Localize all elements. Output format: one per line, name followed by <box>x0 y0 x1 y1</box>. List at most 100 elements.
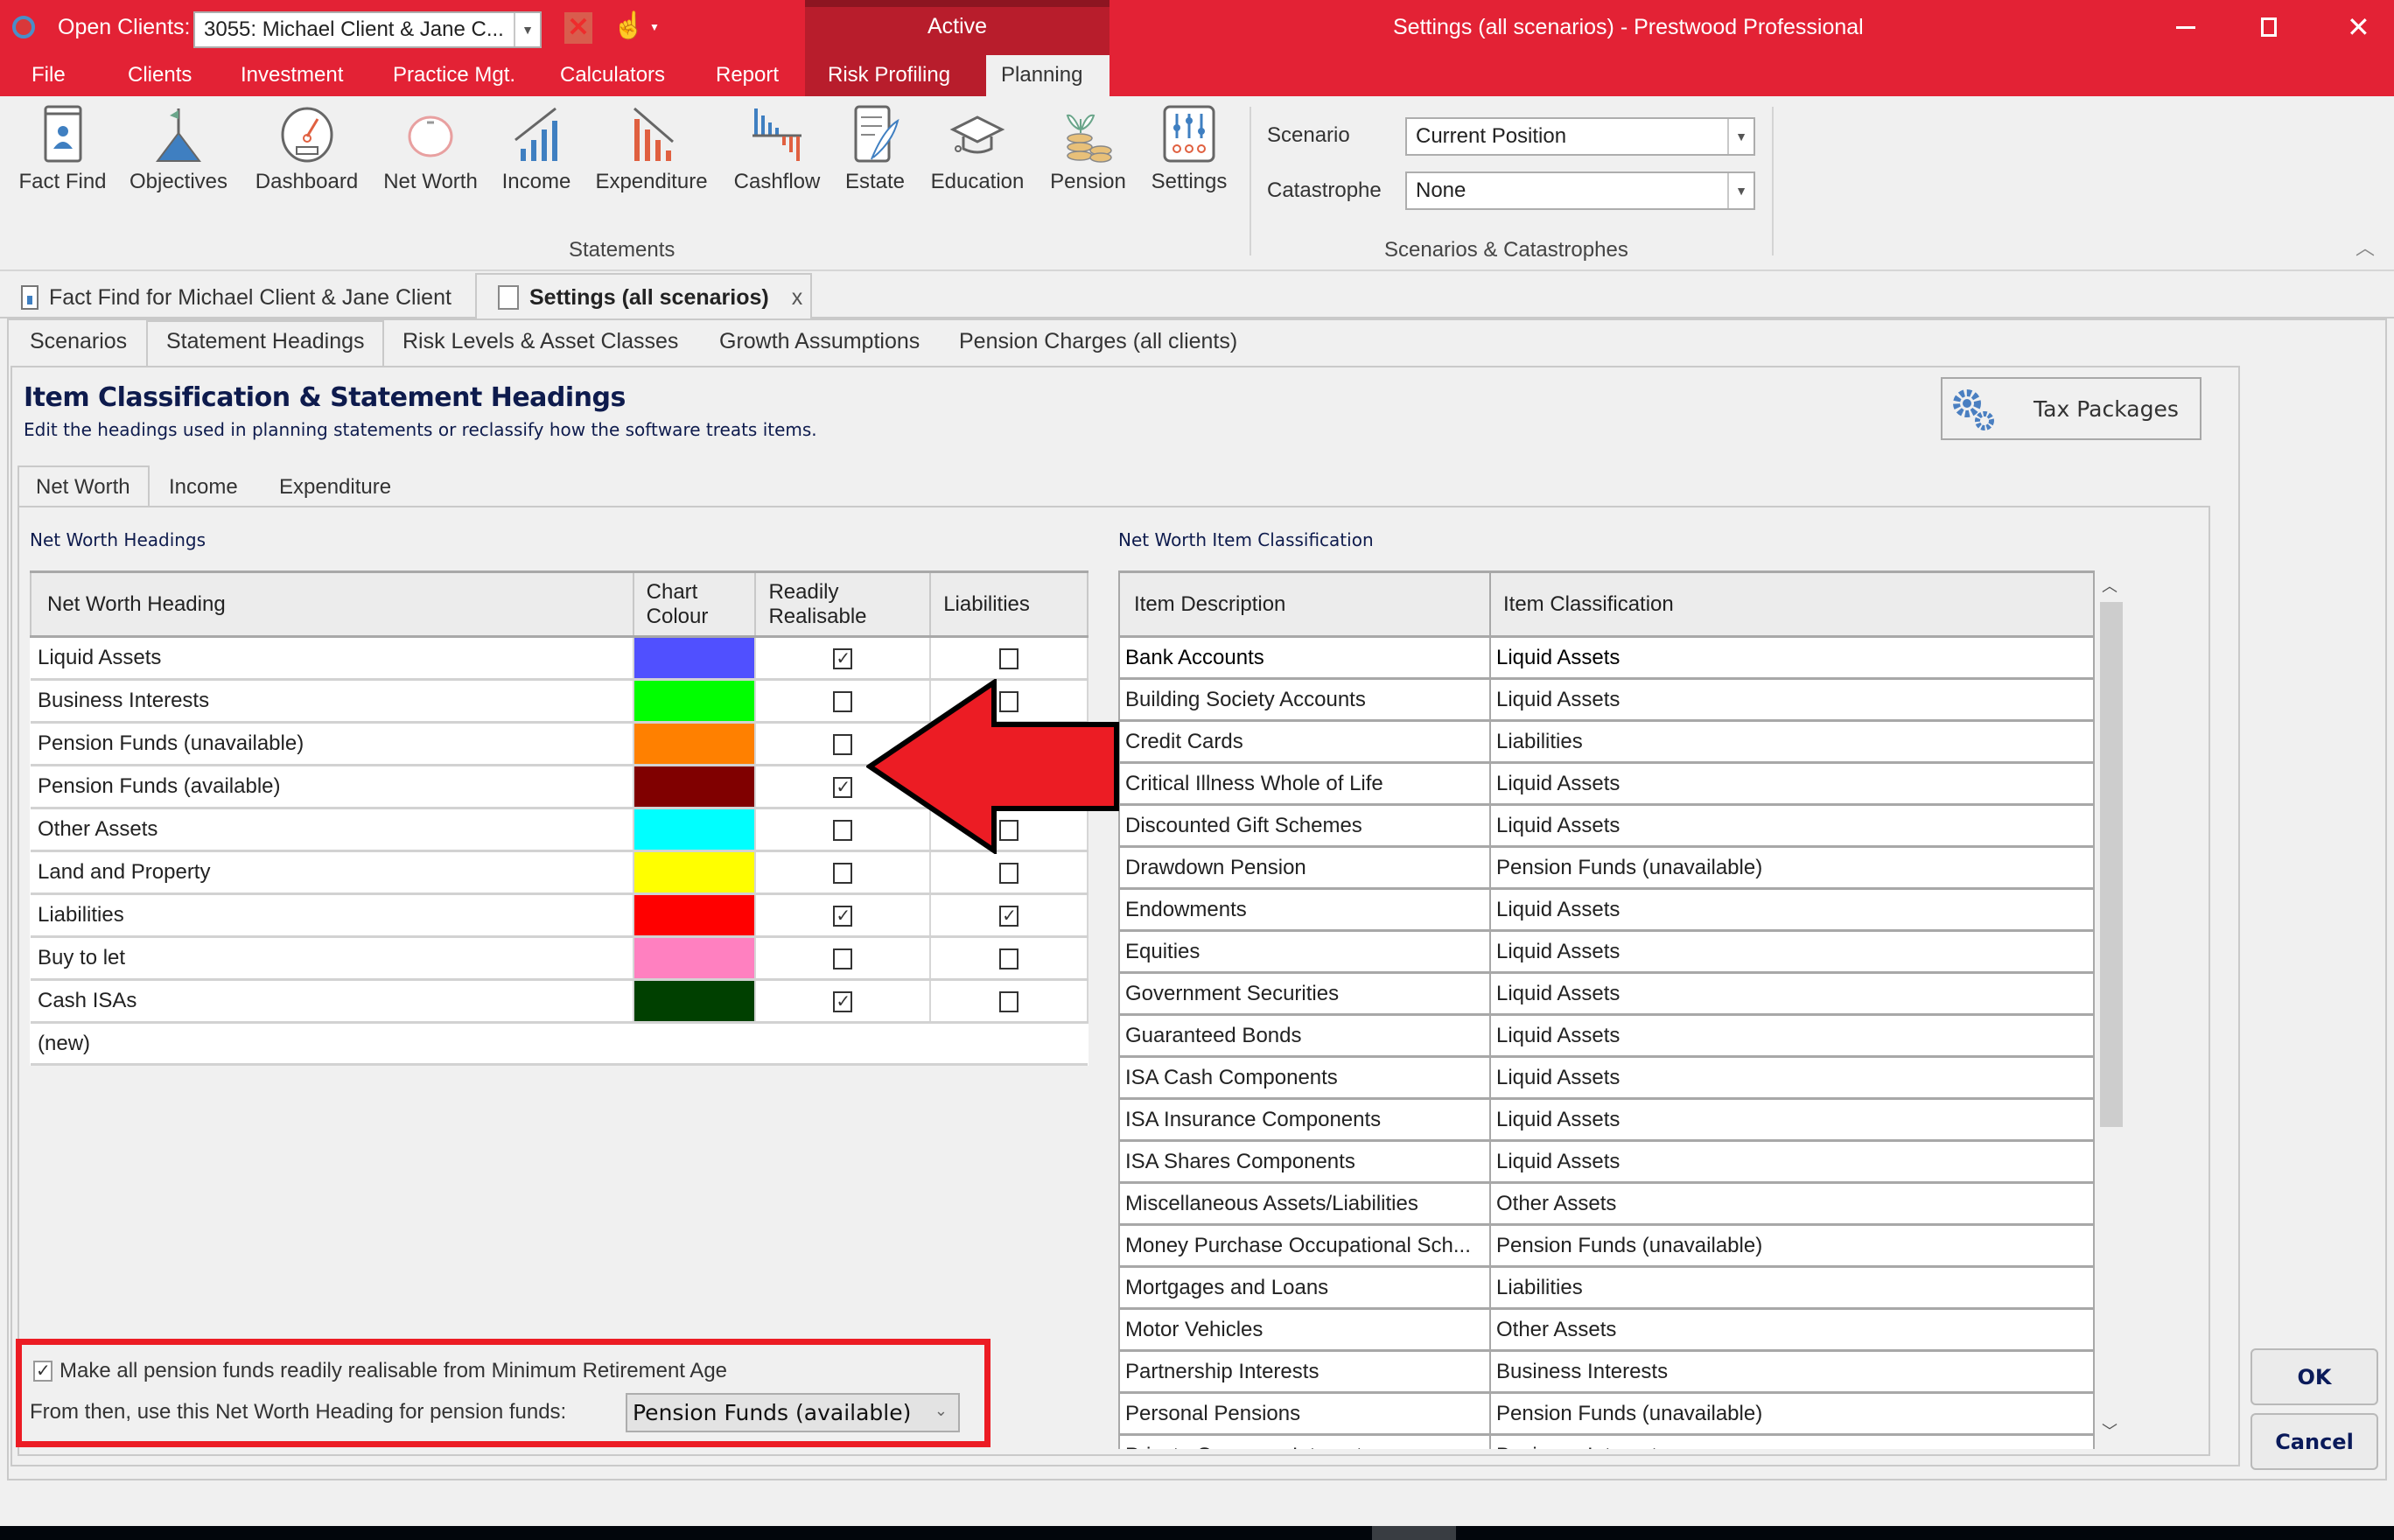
heading-name-cell[interactable]: Pension Funds (unavailable) <box>31 722 634 766</box>
item-classification-cell[interactable]: Liquid Assets <box>1490 1014 2095 1058</box>
item-classification-cell[interactable]: Business Interests <box>1490 1350 2095 1394</box>
page-tab-pension-charges[interactable]: Pension Charges (all clients) <box>959 329 1237 354</box>
item-description-cell[interactable]: Miscellaneous Assets/Liabilities <box>1118 1182 1491 1226</box>
heading-name-cell[interactable]: Cash ISAs <box>31 979 634 1024</box>
colour-swatch[interactable] <box>634 724 754 763</box>
sub-tab-expenditure[interactable]: Expenditure <box>279 475 391 500</box>
heading-row[interactable]: Liquid Assets <box>31 636 1088 681</box>
heading-row[interactable]: Liabilities <box>31 893 1088 938</box>
classification-row[interactable]: Endowments Liquid Assets <box>1118 888 2095 932</box>
classification-row[interactable]: Money Purchase Occupational Sch... Pensio… <box>1118 1224 2095 1268</box>
classification-row[interactable]: ISA Shares Components Liquid Assets <box>1118 1140 2095 1184</box>
item-classification-cell[interactable]: Liquid Assets <box>1490 804 2095 848</box>
heading-name-cell[interactable]: Buy to let <box>31 936 634 981</box>
colour-swatch[interactable] <box>634 681 754 720</box>
readily-realisable-checkbox[interactable] <box>833 776 853 798</box>
classification-row[interactable]: Equities Liquid Assets <box>1118 930 2095 974</box>
ribbon-dashboard-button[interactable]: Dashboard <box>248 103 366 194</box>
item-description-cell[interactable]: Motor Vehicles <box>1118 1308 1491 1352</box>
pension-checkbox-box[interactable] <box>33 1360 52 1382</box>
pension-heading-dropdown[interactable]: Pension Funds (available) ⌄ <box>626 1393 960 1432</box>
close-window-icon[interactable]: ✕ <box>2347 10 2370 44</box>
col-liabilities[interactable]: Liabilities <box>929 570 1088 638</box>
classification-row[interactable]: Guaranteed Bonds Liquid Assets <box>1118 1014 2095 1058</box>
classification-row[interactable]: Discounted Gift Schemes Liquid Assets <box>1118 804 2095 848</box>
item-description-cell[interactable]: ISA Cash Components <box>1118 1056 1491 1100</box>
classification-row[interactable]: Private Company InterestsBusiness Intere… <box>1118 1434 2095 1449</box>
ribbon-fact-find-button[interactable]: Fact Find <box>12 103 113 194</box>
menu-risk-profiling[interactable]: Risk Profiling <box>828 63 950 88</box>
item-description-cell[interactable]: Government Securities <box>1118 972 1491 1016</box>
classification-row[interactable]: Government Securities Liquid Assets <box>1118 972 2095 1016</box>
item-description-cell[interactable]: Critical Illness Whole of Life <box>1118 762 1491 806</box>
item-description-cell[interactable]: Guaranteed Bonds <box>1118 1014 1491 1058</box>
ribbon-cashflow-button[interactable]: Cashflow <box>729 103 825 194</box>
item-classification-cell[interactable]: Liquid Assets <box>1490 972 2095 1016</box>
pension-realisable-checkbox[interactable]: Make all pension funds readily realisabl… <box>33 1359 727 1383</box>
tax-packages-button[interactable]: Tax Packages <box>1941 377 2202 440</box>
ribbon-pension-button[interactable]: Pension <box>1043 103 1133 194</box>
chart-colour-cell[interactable] <box>633 722 757 766</box>
item-classification-cell[interactable]: Business Interests <box>1490 1434 2095 1449</box>
catastrophe-dropdown[interactable]: None ▼ <box>1405 172 1755 210</box>
readily-realisable-checkbox[interactable] <box>833 948 853 970</box>
chart-colour-cell[interactable] <box>633 979 757 1024</box>
item-classification-cell[interactable]: Liquid Assets <box>1490 678 2095 722</box>
menu-clients[interactable]: Clients <box>128 63 192 88</box>
item-description-cell[interactable]: Endowments <box>1118 888 1491 932</box>
item-classification-cell[interactable]: Other Assets <box>1490 1308 2095 1352</box>
readily-realisable-checkbox[interactable] <box>833 648 853 669</box>
page-tab-growth-assumptions[interactable]: Growth Assumptions <box>719 329 920 354</box>
heading-name-cell[interactable]: Other Assets <box>31 808 634 852</box>
item-classification-cell[interactable]: Liabilities <box>1490 720 2095 764</box>
menu-report[interactable]: Report <box>716 63 779 88</box>
scenario-dropdown[interactable]: Current Position ▼ <box>1405 117 1755 156</box>
chart-colour-cell[interactable] <box>633 893 757 938</box>
colour-swatch[interactable] <box>634 809 754 849</box>
new-row-cell[interactable]: (new) <box>31 1022 1088 1066</box>
readily-realisable-checkbox[interactable] <box>833 819 853 841</box>
classification-row[interactable]: Miscellaneous Assets/Liabilities Other As… <box>1118 1182 2095 1226</box>
classification-row[interactable]: Critical Illness Whole of Life Liquid Ass… <box>1118 762 2095 806</box>
restore-icon[interactable] <box>2261 18 2277 37</box>
colour-swatch[interactable] <box>634 766 754 806</box>
item-description-cell[interactable]: ISA Shares Components <box>1118 1140 1491 1184</box>
item-description-cell[interactable]: Bank Accounts <box>1118 636 1491 680</box>
colour-swatch[interactable] <box>634 895 754 934</box>
app-logo-icon[interactable] <box>12 16 35 38</box>
new-heading-row[interactable]: (new) <box>31 1022 1088 1066</box>
colour-swatch[interactable] <box>634 938 754 977</box>
chart-colour-cell[interactable] <box>633 636 757 681</box>
doc-tab-settings[interactable]: Settings (all scenarios) x <box>475 273 812 320</box>
item-description-cell[interactable]: Personal Pensions <box>1118 1392 1491 1436</box>
menu-investment[interactable]: Investment <box>241 63 343 88</box>
ribbon-expenditure-button[interactable]: Expenditure <box>592 103 710 194</box>
hand-pointer-icon[interactable]: ☝ <box>612 10 645 41</box>
heading-row[interactable]: Buy to let <box>31 936 1088 981</box>
item-classification-cell[interactable]: Liquid Assets <box>1490 1098 2095 1142</box>
item-classification-cell[interactable]: Liquid Assets <box>1490 636 2095 680</box>
chart-colour-cell[interactable] <box>633 850 757 895</box>
page-tab-risk-levels[interactable]: Risk Levels & Asset Classes <box>402 329 678 354</box>
classification-row[interactable]: Bank Accounts Liquid Assets <box>1118 636 2095 680</box>
col-readily-realisable[interactable]: Readily Realisable <box>754 570 932 638</box>
ok-button[interactable]: OK <box>2250 1348 2378 1405</box>
col-item-classification[interactable]: Item Classification <box>1489 570 2095 638</box>
classification-row[interactable]: ISA Insurance Components Liquid Assets <box>1118 1098 2095 1142</box>
minimize-icon[interactable] <box>2176 26 2195 29</box>
item-classification-cell[interactable]: Liquid Assets <box>1490 1056 2095 1100</box>
colour-swatch[interactable] <box>634 852 754 892</box>
readily-realisable-checkbox[interactable] <box>833 905 853 927</box>
classification-row[interactable]: Mortgages and Loans Liabilities <box>1118 1266 2095 1310</box>
readily-realisable-checkbox[interactable] <box>833 862 853 884</box>
taskbar-item[interactable] <box>1372 1526 1456 1540</box>
item-description-cell[interactable]: Partnership Interests <box>1118 1350 1491 1394</box>
doc-tab-fact-find[interactable]: Fact Find for Michael Client & Jane Clie… <box>21 280 452 315</box>
menu-planning[interactable]: Planning <box>1001 63 1082 88</box>
open-clients-dropdown[interactable]: 3055: Michael Client & Jane C... ▼ <box>193 11 542 48</box>
ribbon-objectives-button[interactable]: Objectives <box>125 103 232 194</box>
item-description-cell[interactable]: Equities <box>1118 930 1491 974</box>
col-net-worth-heading[interactable]: Net Worth Heading <box>30 570 634 638</box>
item-classification-cell[interactable]: Liquid Assets <box>1490 930 2095 974</box>
chevron-down-icon[interactable]: ▼ <box>514 13 540 46</box>
